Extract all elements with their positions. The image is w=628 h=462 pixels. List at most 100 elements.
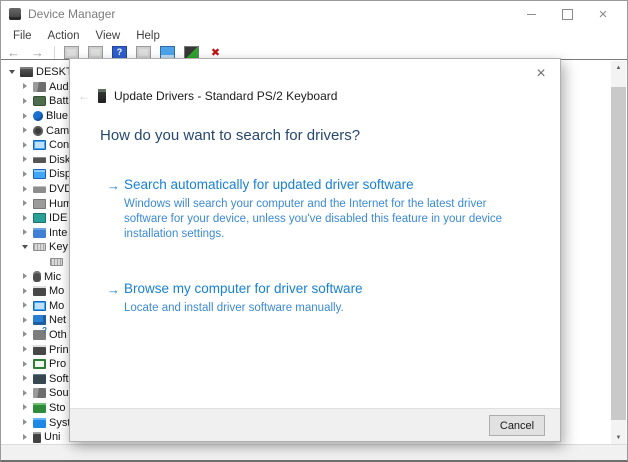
option-text: Browse my computer for driver software L… — [124, 281, 363, 316]
chevron-icon[interactable] — [21, 272, 30, 281]
tree-item-label: Prin — [49, 343, 69, 356]
back-arrow-icon: ← — [78, 89, 90, 103]
chevron-icon[interactable] — [21, 97, 30, 106]
cancel-button[interactable]: Cancel — [489, 415, 545, 436]
tree-item-label: Inte — [49, 226, 68, 239]
dialog-header: ← Update Drivers - Standard PS/2 Keyboar… — [78, 89, 337, 103]
chevron-icon[interactable] — [21, 82, 30, 91]
tree-item-label: Soft — [49, 372, 69, 385]
mouse-icon — [33, 271, 41, 283]
usb-icon — [33, 431, 41, 443]
chevron-icon[interactable] — [21, 433, 30, 442]
minimize-button[interactable] — [513, 1, 549, 27]
option-title[interactable]: Search automatically for updated driver … — [124, 177, 526, 192]
chevron-icon[interactable] — [21, 155, 30, 164]
printer-icon — [33, 286, 46, 297]
chevron-icon[interactable] — [21, 199, 30, 208]
chevron-icon[interactable] — [21, 214, 30, 223]
window-controls: × — [513, 1, 621, 27]
scroll-up-icon[interactable]: ▲ — [611, 61, 626, 74]
speaker-icon — [33, 388, 46, 399]
chevron-icon[interactable] — [21, 228, 30, 237]
tree-item-label: Mo — [49, 299, 65, 312]
minimize-icon — [526, 13, 536, 15]
device-manager-window: Device Manager × File Action View Help ← →? ✖… — [0, 0, 628, 462]
show-console-tree-button[interactable] — [64, 45, 79, 59]
dialog-close-icon[interactable]: × — [532, 65, 550, 83]
chevron-icon[interactable] — [21, 389, 30, 398]
tree-item-label: Key — [49, 241, 68, 254]
disk-icon — [33, 156, 46, 163]
tree-item-label: Cam — [46, 124, 70, 137]
menu-item-view[interactable]: View — [88, 29, 129, 43]
driver-search-option[interactable]: → Search automatically for updated drive… — [107, 177, 537, 243]
chevron-icon[interactable] — [21, 374, 30, 383]
tree-item-label: Oth — [49, 328, 67, 341]
printer-icon — [33, 344, 46, 355]
driver-device-icon — [98, 89, 106, 103]
chevron-icon[interactable] — [21, 112, 30, 121]
network-icon — [33, 315, 46, 326]
help-button[interactable]: ? — [112, 45, 127, 59]
chevron-icon[interactable] — [21, 185, 30, 194]
chevron-icon[interactable] — [21, 403, 30, 412]
bluetooth-icon — [33, 111, 43, 122]
device-manager-app-icon — [9, 8, 21, 20]
chevron-icon[interactable] — [21, 345, 30, 354]
tree-item-label: Sou — [49, 387, 69, 400]
processor-icon — [33, 359, 46, 370]
option-description: Windows will search your computer and th… — [124, 198, 503, 241]
tree-item-label: Mo — [49, 285, 65, 298]
hid-icon — [33, 198, 46, 209]
menu-item-help[interactable]: Help — [128, 29, 168, 43]
chevron-icon[interactable] — [21, 126, 30, 135]
menu-item-action[interactable]: Action — [40, 29, 88, 43]
chevron-icon[interactable] — [21, 243, 30, 252]
chevron-icon[interactable] — [38, 258, 47, 267]
tree-item-label: Mic — [44, 270, 62, 283]
properties-button[interactable] — [88, 45, 103, 59]
forward-button[interactable]: → — [30, 45, 45, 60]
maximize-icon — [561, 8, 573, 20]
monitor-icon — [33, 140, 46, 151]
uninstall-device-button[interactable]: ✖ — [208, 46, 223, 59]
tree-item-label: Pro — [49, 358, 67, 371]
back-button[interactable]: ← — [6, 45, 21, 60]
vertical-scrollbar[interactable]: ▲ ▼ — [611, 61, 626, 445]
chevron-icon[interactable] — [21, 287, 30, 296]
scroll-down-icon[interactable]: ▼ — [611, 431, 626, 444]
tree-item-label: Net — [49, 314, 67, 327]
update-drivers-dialog: × ← Update Drivers - Standard PS/2 Keybo… — [69, 58, 561, 442]
software-icon — [33, 373, 46, 384]
status-bar — [1, 444, 627, 460]
keyboard-icon — [33, 243, 46, 252]
tree-item-label: Disp — [49, 168, 72, 181]
export-list-button[interactable] — [136, 45, 151, 59]
chevron-icon[interactable] — [21, 170, 30, 179]
update-driver-button[interactable] — [184, 45, 199, 59]
maximize-button[interactable] — [549, 1, 585, 27]
keyboard-icon — [50, 258, 63, 267]
menu-bar: File Action View Help — [1, 27, 627, 44]
system-icon — [33, 417, 46, 428]
chevron-icon[interactable] — [21, 141, 30, 150]
chevron-icon[interactable] — [21, 418, 30, 427]
chevron-icon[interactable] — [21, 330, 30, 339]
chevron-icon[interactable] — [21, 301, 30, 310]
chevron-icon[interactable] — [21, 316, 30, 325]
scan-hardware-changes-button[interactable] — [160, 45, 175, 59]
driver-search-option[interactable]: → Browse my computer for driver software… — [107, 281, 537, 316]
tree-item-label: Blue — [46, 110, 69, 123]
close-button[interactable]: × — [585, 1, 621, 27]
drive-icon — [33, 227, 46, 238]
tree-item-label: Con — [49, 139, 70, 152]
chevron-icon[interactable] — [21, 360, 30, 369]
menu-item-file[interactable]: File — [5, 29, 40, 43]
dialog-footer: Cancel — [70, 408, 560, 441]
option-title[interactable]: Browse my computer for driver software — [124, 281, 363, 296]
scrollbar-thumb[interactable] — [611, 87, 626, 420]
tree-item-label: Uni — [44, 431, 61, 444]
dialog-options: → Search automatically for updated drive… — [107, 177, 537, 354]
dvd-icon — [33, 185, 46, 193]
chevron-icon[interactable] — [8, 68, 17, 77]
